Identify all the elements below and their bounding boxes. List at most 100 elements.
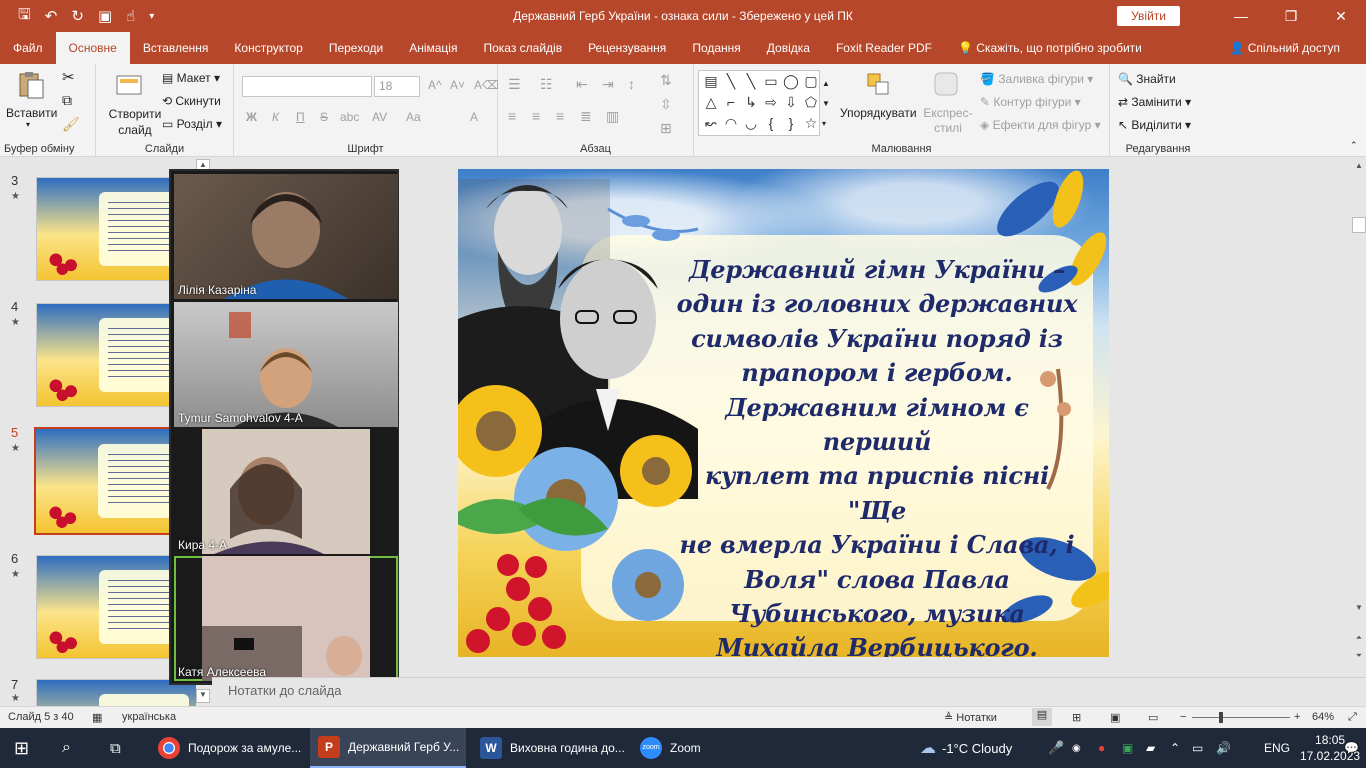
share-button[interactable]: 👤 Спільний доступ [1229, 32, 1366, 64]
spacing-button[interactable]: AV [372, 110, 387, 124]
notes-pane[interactable]: Нотатки до слайда [212, 677, 1366, 706]
justify-icon[interactable]: ≣ [580, 108, 592, 125]
rounded-rect-shape-icon[interactable]: ▢ [801, 71, 821, 92]
numbering-icon[interactable]: ☷ [540, 76, 553, 93]
shape-fill-button[interactable]: 🪣 Заливка фігури ▾ [980, 72, 1093, 86]
slide-sorter-icon[interactable]: ⊞ [1072, 711, 1081, 724]
strikethrough-button[interactable]: S [320, 110, 328, 124]
tab-file[interactable]: Файл [0, 32, 56, 64]
tab-slide-show[interactable]: Показ слайдів [470, 32, 575, 64]
italic-button[interactable]: К [272, 110, 279, 124]
zoom-in-icon[interactable]: + [1294, 711, 1300, 723]
triangle-shape-icon[interactable]: △ [701, 92, 721, 113]
brace-right-icon[interactable]: } [781, 113, 801, 134]
close-icon[interactable]: ✕ [1316, 0, 1366, 32]
paste-button[interactable]: Вставити [6, 106, 57, 120]
reading-view-icon[interactable]: ▣ [1110, 711, 1120, 724]
network-icon[interactable]: ▭ [1192, 728, 1203, 768]
elbow-arrow-icon[interactable]: ↳ [741, 92, 761, 113]
video-tile[interactable]: Лілія Казаріна [174, 174, 398, 299]
zoom-tray-icon[interactable]: ◉ [1072, 728, 1081, 768]
spellcheck-icon[interactable]: ▦ [92, 711, 102, 724]
taskbar-app-chrome[interactable]: Подорож за амуле... [150, 728, 306, 768]
underline-button[interactable]: П [296, 110, 305, 124]
align-text-icon[interactable]: ⇳ [660, 96, 672, 113]
change-case-button[interactable]: Aa [406, 110, 421, 124]
microphone-icon[interactable]: 🎤 [1048, 728, 1064, 768]
previous-slide-icon[interactable]: ⏶ [1352, 633, 1366, 643]
shapes-scroll-icon[interactable]: ▲ ▼ ▾ [822, 74, 830, 134]
font-name-combo[interactable] [242, 76, 372, 97]
video-tile[interactable]: Tymur Samohvalov 4-A [174, 302, 398, 427]
format-painter-icon[interactable]: 🖌 [62, 116, 80, 133]
curve-shape-icon[interactable]: ↜ [701, 113, 721, 134]
tab-review[interactable]: Рецензування [575, 32, 679, 64]
align-center-icon[interactable]: ≡ [532, 108, 540, 124]
slide-scrollbar[interactable]: ▲ ▼ ⏶ ⏷ [1352, 157, 1366, 677]
taskbar-app-zoom[interactable]: zoom Zoom [632, 728, 722, 768]
clear-format-icon[interactable]: A⌫ [474, 78, 499, 92]
zoom-video-gallery[interactable]: Лілія Казаріна Tymur Samohvalov 4-A Кира… [169, 169, 399, 685]
save-icon[interactable]: 🖫 [18, 4, 31, 29]
wifi-icon[interactable]: ▰ [1146, 728, 1155, 768]
align-left-icon[interactable]: ≡ [508, 108, 516, 124]
decrease-indent-icon[interactable]: ⇤ [576, 76, 588, 93]
tray-green-icon[interactable]: ▣ [1122, 728, 1133, 768]
scroll-down-icon[interactable]: ▼ [1352, 603, 1366, 612]
collapse-ribbon-icon[interactable]: ⌃ [1350, 140, 1358, 151]
presentation-icon[interactable]: ▣ [98, 7, 112, 25]
smartart-icon[interactable]: ⊞ [660, 120, 672, 137]
scroll-thumb[interactable] [1352, 217, 1366, 233]
zoom-slider[interactable] [1192, 717, 1290, 718]
arc2-shape-icon[interactable]: ◡ [741, 113, 761, 134]
redo-icon[interactable]: ↻ [71, 7, 84, 25]
quick-styles-button[interactable]: Експрес-стилі [922, 106, 974, 136]
tab-foxit[interactable]: Foxit Reader PDF [823, 32, 945, 64]
copy-icon[interactable]: ⧉ [62, 92, 72, 109]
tab-animations[interactable]: Анімація [396, 32, 470, 64]
normal-view-icon[interactable]: ▤ [1032, 708, 1052, 726]
oval-shape-icon[interactable]: ◯ [781, 71, 801, 92]
line-shape-icon[interactable]: ╲ [721, 71, 741, 92]
tab-home[interactable]: Основне [55, 32, 130, 64]
tab-transitions[interactable]: Переходи [316, 32, 396, 64]
fit-slide-icon[interactable]: ⤢ [1348, 711, 1357, 724]
notifications-icon[interactable]: 💬 [1344, 728, 1359, 768]
line-spacing-icon[interactable]: ↕ [628, 76, 635, 92]
customize-icon[interactable]: ▾ [149, 11, 154, 22]
shadow-button[interactable]: abc [340, 110, 359, 124]
scroll-up-icon[interactable]: ▲ [1352, 161, 1366, 170]
language-indicator[interactable]: українська [122, 711, 176, 723]
font-color-button[interactable]: A [470, 110, 478, 124]
volume-icon[interactable]: 🔊 [1216, 728, 1231, 768]
tab-insert[interactable]: Вставлення [130, 32, 222, 64]
zoom-level[interactable]: 64% [1312, 711, 1334, 723]
tell-me-search[interactable]: 💡 Скажіть, що потрібно зробити [945, 32, 1155, 64]
taskbar-app-powerpoint[interactable]: P Державний Герб У... [310, 728, 466, 768]
video-tile-active-speaker[interactable]: Катя Алексеева [174, 556, 398, 681]
touch-mode-icon[interactable]: ☝ [126, 7, 135, 25]
increase-indent-icon[interactable]: ⇥ [602, 76, 614, 93]
search-icon[interactable]: ⌕ [62, 728, 71, 768]
arc-shape-icon[interactable]: ◠ [721, 113, 741, 134]
tray-app-icon[interactable]: ● [1098, 728, 1105, 768]
video-tile[interactable]: Кира 4-А [174, 429, 398, 554]
chevron-up-icon[interactable]: ⌃ [1170, 728, 1180, 768]
reset-button[interactable]: ⟲ Скинути [162, 94, 221, 108]
brace-left-icon[interactable]: { [761, 113, 781, 134]
slide-canvas[interactable]: Державний гімн України – один із головни… [458, 169, 1109, 657]
increase-font-icon[interactable]: A^ [428, 78, 442, 92]
right-arrow-shape-icon[interactable]: ⇨ [761, 92, 781, 113]
columns-icon[interactable]: ▥ [606, 108, 619, 125]
section-button[interactable]: ▭ Розділ ▾ [162, 117, 222, 131]
new-slide-button[interactable]: Створити слайд [104, 106, 166, 138]
layout-button[interactable]: ▤ Макет ▾ [162, 71, 220, 85]
bullets-icon[interactable]: ☰ [508, 76, 521, 93]
taskbar-app-word[interactable]: W Виховна година до... [472, 728, 628, 768]
undo-icon[interactable]: ↶ [45, 7, 58, 25]
paste-dropdown-icon[interactable]: ▾ [26, 120, 30, 129]
cut-icon[interactable]: ✂ [62, 68, 75, 86]
weather-widget[interactable]: ☁ -1°C Cloudy [920, 728, 1012, 768]
restore-icon[interactable]: ❐ [1266, 0, 1316, 32]
text-direction-icon[interactable]: ⇅ [660, 72, 672, 89]
